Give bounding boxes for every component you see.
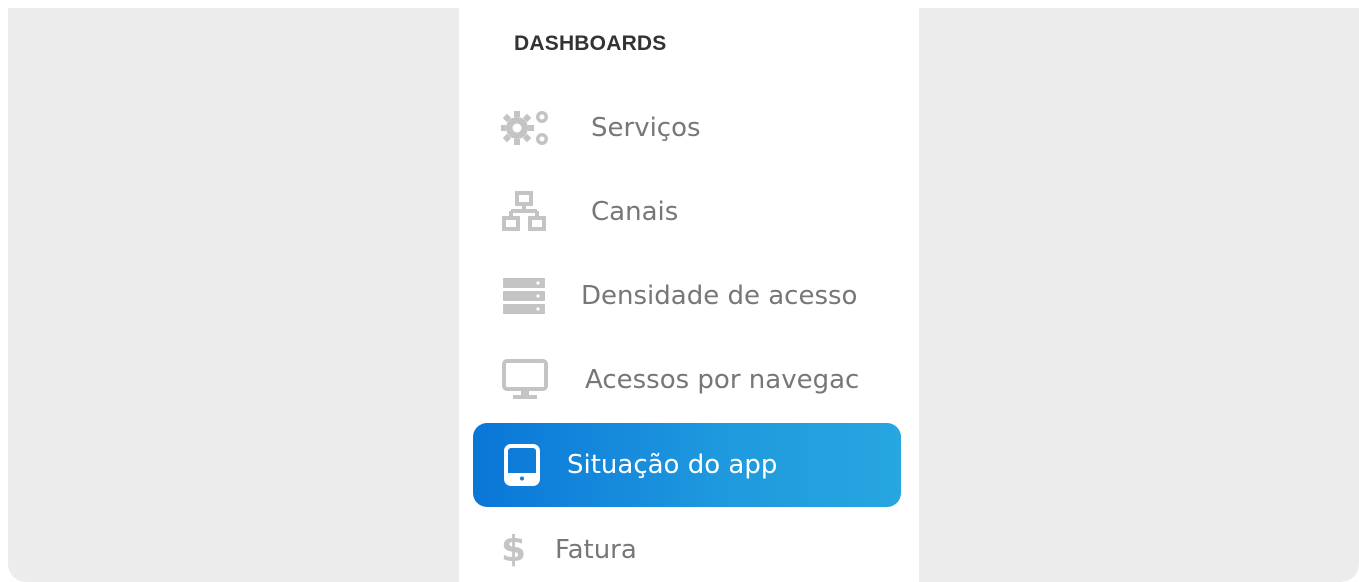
sidebar-item-densidade[interactable]: Densidade de acesso: [473, 254, 901, 338]
sidebar-item-canais[interactable]: Canais: [473, 170, 901, 254]
sidebar-item-label: Acessos por navegac: [585, 365, 860, 395]
sidebar-item-fatura[interactable]: $ Fatura: [473, 508, 901, 582]
sidebar-item-situacao-app[interactable]: Situação do app: [473, 423, 901, 507]
sidebar-item-acessos-navegador[interactable]: Acessos por navegac: [473, 338, 901, 422]
server-icon: [503, 278, 545, 314]
monitor-icon: [502, 359, 548, 399]
sidebar-item-label: Canais: [591, 197, 679, 227]
gears-icon: [501, 111, 548, 145]
tablet-icon: [504, 444, 540, 486]
section-title: DASHBOARDS: [514, 32, 667, 55]
sidebar-item-label: Situação do app: [567, 450, 778, 480]
sidebar-item-label: Densidade de acesso: [581, 281, 858, 311]
sidebar-panel: DASHBOARDS Serviços Canais Densidade de …: [459, 8, 919, 582]
sidebar-item-label: Fatura: [555, 535, 637, 565]
network-icon: [502, 191, 546, 231]
sidebar-item-servicos[interactable]: Serviços: [473, 86, 901, 170]
page-background: DASHBOARDS Serviços Canais Densidade de …: [8, 8, 1359, 582]
sidebar-item-label: Serviços: [591, 113, 701, 143]
dollar-icon: $: [501, 529, 527, 570]
